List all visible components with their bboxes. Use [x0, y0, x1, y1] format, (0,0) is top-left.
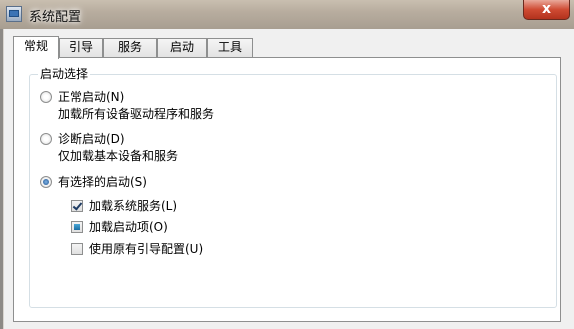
normal-startup-radio[interactable] — [40, 90, 52, 103]
window-client: 常规 引导 服务 启动 工具 启动选择 正常启动(N) 加载所有设备驱动程序和服… — [3, 29, 574, 329]
selective-startup-radio[interactable] — [40, 175, 52, 188]
normal-startup-description: 加载所有设备驱动程序和服务 — [58, 107, 215, 121]
diagnostic-startup-option[interactable]: 诊断启动(D) — [40, 130, 125, 147]
diagnostic-startup-description: 仅加载基本设备和服务 — [58, 149, 179, 163]
load-system-services-option[interactable]: 加载系统服务(L) — [71, 197, 177, 214]
load-startup-items-checkbox[interactable] — [71, 220, 83, 233]
group-title: 启动选择 — [38, 67, 91, 81]
diagnostic-startup-label: 诊断启动(D) — [58, 132, 125, 146]
load-system-services-label: 加载系统服务(L) — [89, 199, 178, 213]
use-original-boot-config-label: 使用原有引导配置(U) — [89, 242, 204, 256]
use-original-boot-config-option[interactable]: 使用原有引导配置(U) — [71, 240, 203, 257]
window-title: 系统配置 — [29, 10, 82, 25]
close-button[interactable]: x — [523, 0, 570, 20]
diagnostic-startup-radio[interactable] — [40, 132, 52, 145]
tab-tools[interactable]: 工具 — [207, 38, 253, 57]
use-original-boot-config-checkbox[interactable] — [71, 242, 83, 255]
system-config-icon — [6, 6, 22, 22]
selective-startup-option[interactable]: 有选择的启动(S) — [40, 173, 147, 190]
load-startup-items-option[interactable]: 加载启动项(O) — [71, 218, 168, 235]
tab-services[interactable]: 服务 — [103, 38, 157, 57]
title-bar: 系统配置 x — [0, 0, 574, 29]
startup-selection-group: 启动选择 正常启动(N) 加载所有设备驱动程序和服务 诊断启动(D) 仅加载基本… — [29, 67, 557, 308]
normal-startup-label: 正常启动(N) — [58, 90, 125, 104]
selective-startup-label: 有选择的启动(S) — [58, 175, 147, 189]
tab-boot[interactable]: 引导 — [59, 38, 103, 57]
general-tab-panel: 启动选择 正常启动(N) 加载所有设备驱动程序和服务 诊断启动(D) 仅加载基本… — [13, 57, 561, 322]
normal-startup-option[interactable]: 正常启动(N) — [40, 88, 124, 105]
load-startup-items-label: 加载启动项(O) — [89, 220, 168, 234]
load-system-services-checkbox[interactable] — [71, 199, 83, 212]
tab-general[interactable]: 常规 — [13, 36, 59, 59]
tab-startup[interactable]: 启动 — [157, 38, 207, 57]
